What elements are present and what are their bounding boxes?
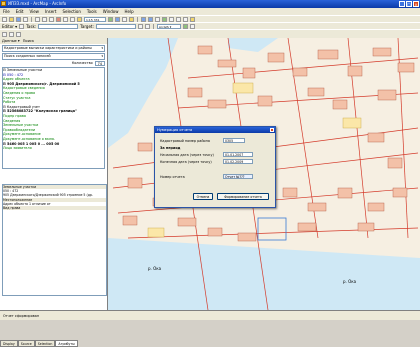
attr-line: Вид права (3, 206, 106, 211)
tab-selection[interactable]: Selection (34, 340, 56, 347)
menu-help[interactable]: Help (125, 8, 134, 15)
dialog-title: Нумерация отчета (157, 128, 193, 132)
pan-icon[interactable] (155, 16, 160, 22)
separator (152, 23, 154, 29)
river-label-south: р. Ока (148, 266, 162, 271)
layout-icon[interactable] (189, 23, 195, 29)
redo-icon[interactable] (70, 16, 75, 22)
menu-window[interactable]: Window (103, 8, 119, 15)
select-features-icon[interactable] (169, 16, 174, 22)
tab-attributes[interactable]: Атрибуты (55, 340, 78, 347)
cut-icon[interactable] (35, 16, 40, 22)
end-date-label: Конечная дата (через точку) (160, 160, 212, 164)
measure-icon[interactable] (183, 16, 188, 22)
cancel-button[interactable]: Отмена (193, 193, 213, 200)
delete-icon[interactable] (56, 16, 61, 22)
arcmap-icon (1, 1, 6, 6)
arctoolbox-icon[interactable] (115, 16, 120, 22)
report-dialog: Нумерация отчета Кадастровый номер район… (154, 126, 276, 208)
map-scale-combo[interactable]: 1:15 331 (84, 16, 106, 22)
create-report-button[interactable]: Формирование отчета (217, 193, 269, 200)
editor-toolbar-icon[interactable] (108, 16, 113, 22)
help-icon[interactable] (129, 16, 134, 22)
menu-edit[interactable]: Edit (16, 8, 24, 15)
editor-menu[interactable]: Editor ▾ (2, 24, 17, 29)
period-label: За период (160, 146, 181, 150)
copy-icon[interactable] (42, 16, 47, 22)
sketch-tool-icon[interactable] (19, 23, 25, 29)
menu-selection[interactable]: Selection (62, 8, 80, 15)
window-controls: _ □ × (399, 1, 419, 7)
task-label: Task: (26, 23, 37, 29)
menu-insert[interactable]: Insert (45, 8, 56, 15)
add-data-icon[interactable] (77, 16, 82, 22)
report-number-label: Номер отчета (160, 175, 185, 179)
left-panel: Данные ▾ Поиск Кадастровые выписки харак… (0, 38, 108, 347)
report-number-field[interactable]: Отчет №??? (223, 174, 253, 179)
attr-line: 905 Дзержинского/Дзержинский 905 строени… (3, 193, 93, 198)
edit-tool-icon[interactable] (137, 23, 143, 29)
open-icon[interactable] (9, 16, 14, 22)
tab-data[interactable]: Данные ▾ (2, 38, 20, 44)
cad-label: Кадастровый номер района (160, 139, 210, 143)
panel-tabs: Данные ▾ Поиск (0, 38, 107, 44)
find-icon[interactable] (190, 16, 195, 22)
toc-tabs: Display Source Selection Атрибуты (0, 340, 78, 347)
zoom-in-icon[interactable] (141, 16, 146, 22)
command-line-icon[interactable] (122, 16, 127, 22)
menu-tools[interactable]: Tools (87, 8, 97, 15)
count-label: Количество (71, 61, 93, 65)
search-select[interactable]: Поиск созданных записей (2, 53, 105, 60)
tab-source[interactable]: Source (17, 340, 35, 347)
tool-icon[interactable] (9, 31, 14, 37)
tree-view[interactable]: ⊟ Земельные участки ⊟ 050 : 472 Адрес об… (2, 67, 105, 169)
menu-bar: File Edit View Insert Selection Tools Wi… (0, 8, 420, 15)
separator (31, 16, 32, 22)
print-icon[interactable] (23, 16, 28, 22)
window-title: ИПЗЗ.mxd - ArcMap - ArcInfo (8, 1, 67, 6)
dialog-close-button[interactable] (270, 128, 274, 132)
editor-toolbar: Editor ▾ Task: Target: ArcGIS ▾ (0, 22, 420, 29)
layer-select[interactable]: Кадастровые выписки характеристики и рай… (2, 45, 105, 52)
start-date-label: Начальная дата (через точку) (160, 153, 214, 157)
identify-icon[interactable] (176, 16, 181, 22)
arcgis-combo[interactable]: ArcGIS ▾ (156, 23, 181, 29)
count-value: 74 (94, 61, 105, 66)
status-bar: Отчет сформирован (0, 310, 420, 320)
tab-search[interactable]: Поиск (23, 38, 34, 44)
title-bar: ИПЗЗ.mxd - ArcMap - ArcInfo _ □ × (0, 0, 420, 8)
maximize-button[interactable]: □ (406, 1, 412, 7)
cad-number-field[interactable]: 0305 (223, 138, 245, 143)
target-combo[interactable] (95, 23, 136, 29)
tab-display[interactable]: Display (0, 340, 18, 347)
new-icon[interactable] (2, 16, 7, 22)
close-button[interactable]: × (413, 1, 419, 7)
end-date-field[interactable]: 01.02.2009 (223, 159, 253, 164)
status-text: Отчет сформирован (3, 314, 40, 318)
tree-item[interactable]: Лицо заявителя (3, 146, 104, 151)
zoom-out-icon[interactable] (148, 16, 153, 22)
menu-view[interactable]: View (29, 8, 39, 15)
toolbar-row-3 (0, 29, 420, 38)
attribute-list[interactable]: Земельные участки 050 : 472 905 Дзержинс… (2, 184, 107, 296)
tool-icon[interactable] (16, 31, 21, 37)
tool-icon[interactable] (2, 31, 7, 37)
attributes-icon[interactable] (144, 23, 150, 29)
paste-icon[interactable] (49, 16, 54, 22)
full-extent-icon[interactable] (162, 16, 167, 22)
minimize-button[interactable]: _ (399, 1, 405, 7)
target-label: Target: (80, 23, 94, 29)
save-icon[interactable] (16, 16, 21, 22)
separator (137, 16, 138, 22)
task-combo[interactable] (38, 23, 79, 29)
standard-toolbar: 1:15 331 (0, 15, 420, 22)
start-date-field[interactable]: 01.01.2007 (223, 152, 253, 157)
dialog-title-bar: Нумерация отчета (155, 127, 275, 133)
map-view[interactable]: р. Ока р. Ока Нумерация отчета Кадастров… (108, 38, 420, 310)
georeference-icon[interactable] (182, 23, 188, 29)
undo-icon[interactable] (63, 16, 68, 22)
menu-file[interactable]: File (3, 8, 10, 15)
river-label-south-2: р. Ока (343, 279, 357, 284)
count-row: Количество 74 (2, 61, 105, 66)
